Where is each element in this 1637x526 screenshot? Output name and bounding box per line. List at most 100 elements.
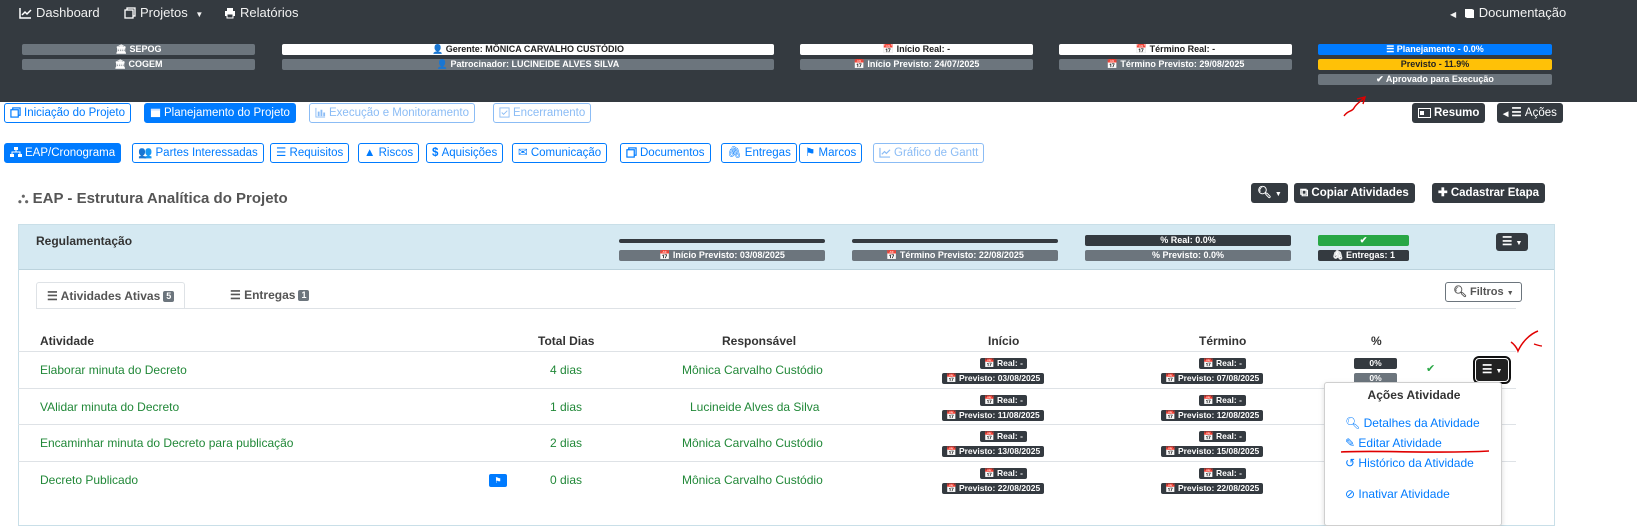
- badge-termino-previsto-text: Término Previsto: 29/08/2025: [1120, 59, 1245, 69]
- badge-gerente-text: Gerente: MÔNICA CARVALHO CUSTÓDIO: [445, 44, 625, 54]
- row-inicio-real: 📅 Real: -: [980, 358, 1027, 369]
- table-row[interactable]: Decreto Publicado ⚑ 0 dias Mônica Carval…: [18, 461, 1516, 498]
- nav-projetos[interactable]: Projetos ▼: [124, 0, 203, 26]
- resumo-button[interactable]: Resumo: [1412, 103, 1486, 123]
- list-icon: ☰: [1511, 107, 1525, 119]
- row-termino-real-text: Real: -: [1215, 431, 1242, 441]
- phase-planejamento-button[interactable]: Planejamento do Projeto: [144, 103, 296, 123]
- list-icon: ☰: [276, 147, 290, 159]
- row-pct-real: 0%: [1354, 358, 1397, 369]
- row-termino-previsto-text: Previsto: 12/08/2025: [1177, 410, 1260, 420]
- stage-entregas-text: Entregas: 1: [1345, 250, 1395, 260]
- table-row[interactable]: VAlidar minuta do Decreto 1 dias Lucinei…: [18, 388, 1516, 425]
- stage-pct-real: % Real: 0.0%: [1085, 235, 1291, 246]
- row-status-check-icon: ✔: [1426, 363, 1436, 375]
- search-dropdown-button[interactable]: 🔍︎ ▼: [1251, 183, 1288, 203]
- subtab-documentos[interactable]: Documentos: [620, 143, 711, 163]
- row-inicio-previsto-text: Previsto: 03/08/2025: [958, 373, 1041, 383]
- tab-divider: [36, 308, 1516, 309]
- cadastrar-etapa-button[interactable]: ✚ Cadastrar Etapa: [1432, 183, 1546, 203]
- row-responsavel: Lucineide Alves da Silva: [690, 400, 820, 414]
- row-atividade[interactable]: Elaborar minuta do Decreto: [40, 363, 187, 377]
- subtab-eap[interactable]: EAP/Cronograma: [4, 143, 122, 163]
- badge-aprovado-text: Aprovado para Execução: [1385, 74, 1494, 84]
- table-row[interactable]: Elaborar minuta do Decreto 4 dias Mônica…: [18, 351, 1516, 388]
- row-atividade[interactable]: Encaminhar minuta do Decreto para public…: [40, 436, 293, 450]
- subtab-documentos-label: Documentos: [640, 147, 705, 159]
- search-icon: 🔍︎: [1257, 187, 1272, 199]
- badge-inicio-previsto-text: Início Previsto: 24/07/2025: [867, 59, 980, 69]
- subtab-marcos[interactable]: ⚑ Marcos: [799, 143, 863, 163]
- row-inicio-real: 📅 Real: -: [980, 468, 1027, 479]
- badge-patrocinador: 👤 Patrocinador: LUCINEIDE ALVES SILVA: [282, 59, 774, 70]
- badge-sepog-text: SEPOG: [129, 44, 162, 54]
- nav-documentacao[interactable]: ◀ Documentação: [1450, 0, 1566, 26]
- cadastrar-etapa-label: Cadastrar Etapa: [1450, 187, 1540, 199]
- acoes-label: Ações: [1524, 107, 1557, 119]
- filtros-button[interactable]: 🔍︎ Filtros ▼: [1445, 282, 1522, 302]
- menu-detalhes-label: Detalhes da Atividade: [1363, 416, 1480, 430]
- row-responsavel: Mônica Carvalho Custódio: [682, 436, 823, 450]
- subtab-riscos-label: Riscos: [378, 147, 414, 159]
- tab-entregas-label: Entregas: [244, 288, 296, 302]
- copy-icon: ⧉: [1300, 187, 1312, 199]
- phase-encerramento-label: Encerramento: [513, 107, 586, 119]
- subtab-entregas[interactable]: 🖇 Entregas: [721, 143, 797, 163]
- row-actions-button[interactable]: ☰ ▼: [1472, 356, 1512, 384]
- table-row[interactable]: Encaminhar minuta do Decreto para public…: [18, 424, 1516, 461]
- phase-iniciacao-button[interactable]: Iniciação do Projeto: [4, 103, 132, 123]
- menu-historico[interactable]: ↺ Histórico da Atividade: [1345, 456, 1474, 470]
- copy-icon: [124, 7, 136, 19]
- badge-cogem-text: COGEM: [128, 59, 163, 69]
- row-termino-previsto: 📅 Previsto: 15/08/2025: [1161, 446, 1264, 457]
- search-icon: 🔍︎: [1345, 416, 1361, 430]
- header-pct: %: [1371, 334, 1382, 348]
- subtab-partes-interessadas[interactable]: 👥 Partes Interessadas: [132, 143, 264, 163]
- row-inicio-real-text: Real: -: [996, 395, 1023, 405]
- line-chart-icon: [19, 8, 32, 19]
- subtab-comunicacao[interactable]: ✉ Comunicação: [512, 143, 608, 163]
- menu-inativar[interactable]: ⊘ Inativar Atividade: [1345, 487, 1450, 501]
- activity-actions-menu: Ações Atividade 🔍︎ Detalhes da Atividade…: [1324, 382, 1502, 526]
- flag-icon: ⚑: [805, 147, 819, 159]
- row-atividade[interactable]: Decreto Publicado: [40, 473, 138, 487]
- dollar-icon: $: [432, 147, 442, 159]
- row-termino-previsto-text: Previsto: 15/08/2025: [1177, 446, 1260, 456]
- nav-projetos-label: Projetos: [140, 5, 188, 20]
- subtab-aquisicoes[interactable]: $ Aquisições: [426, 143, 504, 163]
- stage-termino-previsto: 📅 Término Previsto: 22/08/2025: [852, 250, 1058, 261]
- subtab-gantt-label: Gráfico de Gantt: [894, 147, 979, 159]
- row-inicio-real: 📅 Real: -: [980, 395, 1027, 406]
- caret-down-icon: ▼: [1495, 368, 1503, 375]
- nav-relatorios[interactable]: Relatórios: [224, 0, 299, 26]
- subtab-riscos[interactable]: ▲ Riscos: [358, 143, 420, 163]
- tab-ativas-label: Atividades Ativas: [60, 289, 161, 303]
- phase-execucao-button[interactable]: Execução e Monitoramento: [309, 103, 475, 123]
- tab-ativas-count: 5: [163, 291, 175, 302]
- badge-aprovado: ✔ Aprovado para Execução: [1318, 74, 1552, 85]
- copiar-atividades-button[interactable]: ⧉ Copiar Atividades: [1294, 183, 1415, 203]
- menu-editar[interactable]: ✎ Editar Atividade: [1345, 436, 1442, 450]
- copy-icon: [10, 107, 21, 118]
- filtros-label: Filtros: [1470, 286, 1504, 298]
- nav-dashboard[interactable]: Dashboard: [19, 0, 100, 26]
- list-icon: ☰: [47, 289, 61, 303]
- print-icon: [225, 8, 235, 19]
- row-inicio-real: 📅 Real: -: [980, 431, 1027, 442]
- page-title: ⛬ EAP - Estrutura Analítica do Projeto: [18, 190, 288, 207]
- tab-atividades-ativas[interactable]: ☰ Atividades Ativas 5: [36, 282, 186, 309]
- users-icon: 👥: [138, 147, 156, 159]
- stage-menu-button[interactable]: ☰ ▼: [1496, 233, 1529, 251]
- line-chart-icon: [879, 147, 891, 158]
- phase-encerramento-button[interactable]: Encerramento: [493, 103, 592, 123]
- subtab-requisitos[interactable]: ☰ Requisitos: [270, 143, 350, 163]
- badge-patrocinador-text: Patrocinador: LUCINEIDE ALVES SILVA: [450, 59, 620, 69]
- acoes-button[interactable]: ◀ ☰ Ações: [1497, 103, 1563, 123]
- stage-pct-previsto: % Previsto: 0.0%: [1085, 250, 1291, 261]
- row-termino-real: 📅 Real: -: [1199, 358, 1246, 369]
- tab-entregas[interactable]: ☰ Entregas 1: [220, 282, 319, 309]
- badge-inicio-real-text: Início Real: -: [896, 44, 951, 54]
- row-atividade[interactable]: VAlidar minuta do Decreto: [40, 400, 179, 414]
- menu-detalhes[interactable]: 🔍︎ Detalhes da Atividade: [1345, 416, 1480, 430]
- subtab-gantt[interactable]: Gráfico de Gantt: [873, 143, 985, 163]
